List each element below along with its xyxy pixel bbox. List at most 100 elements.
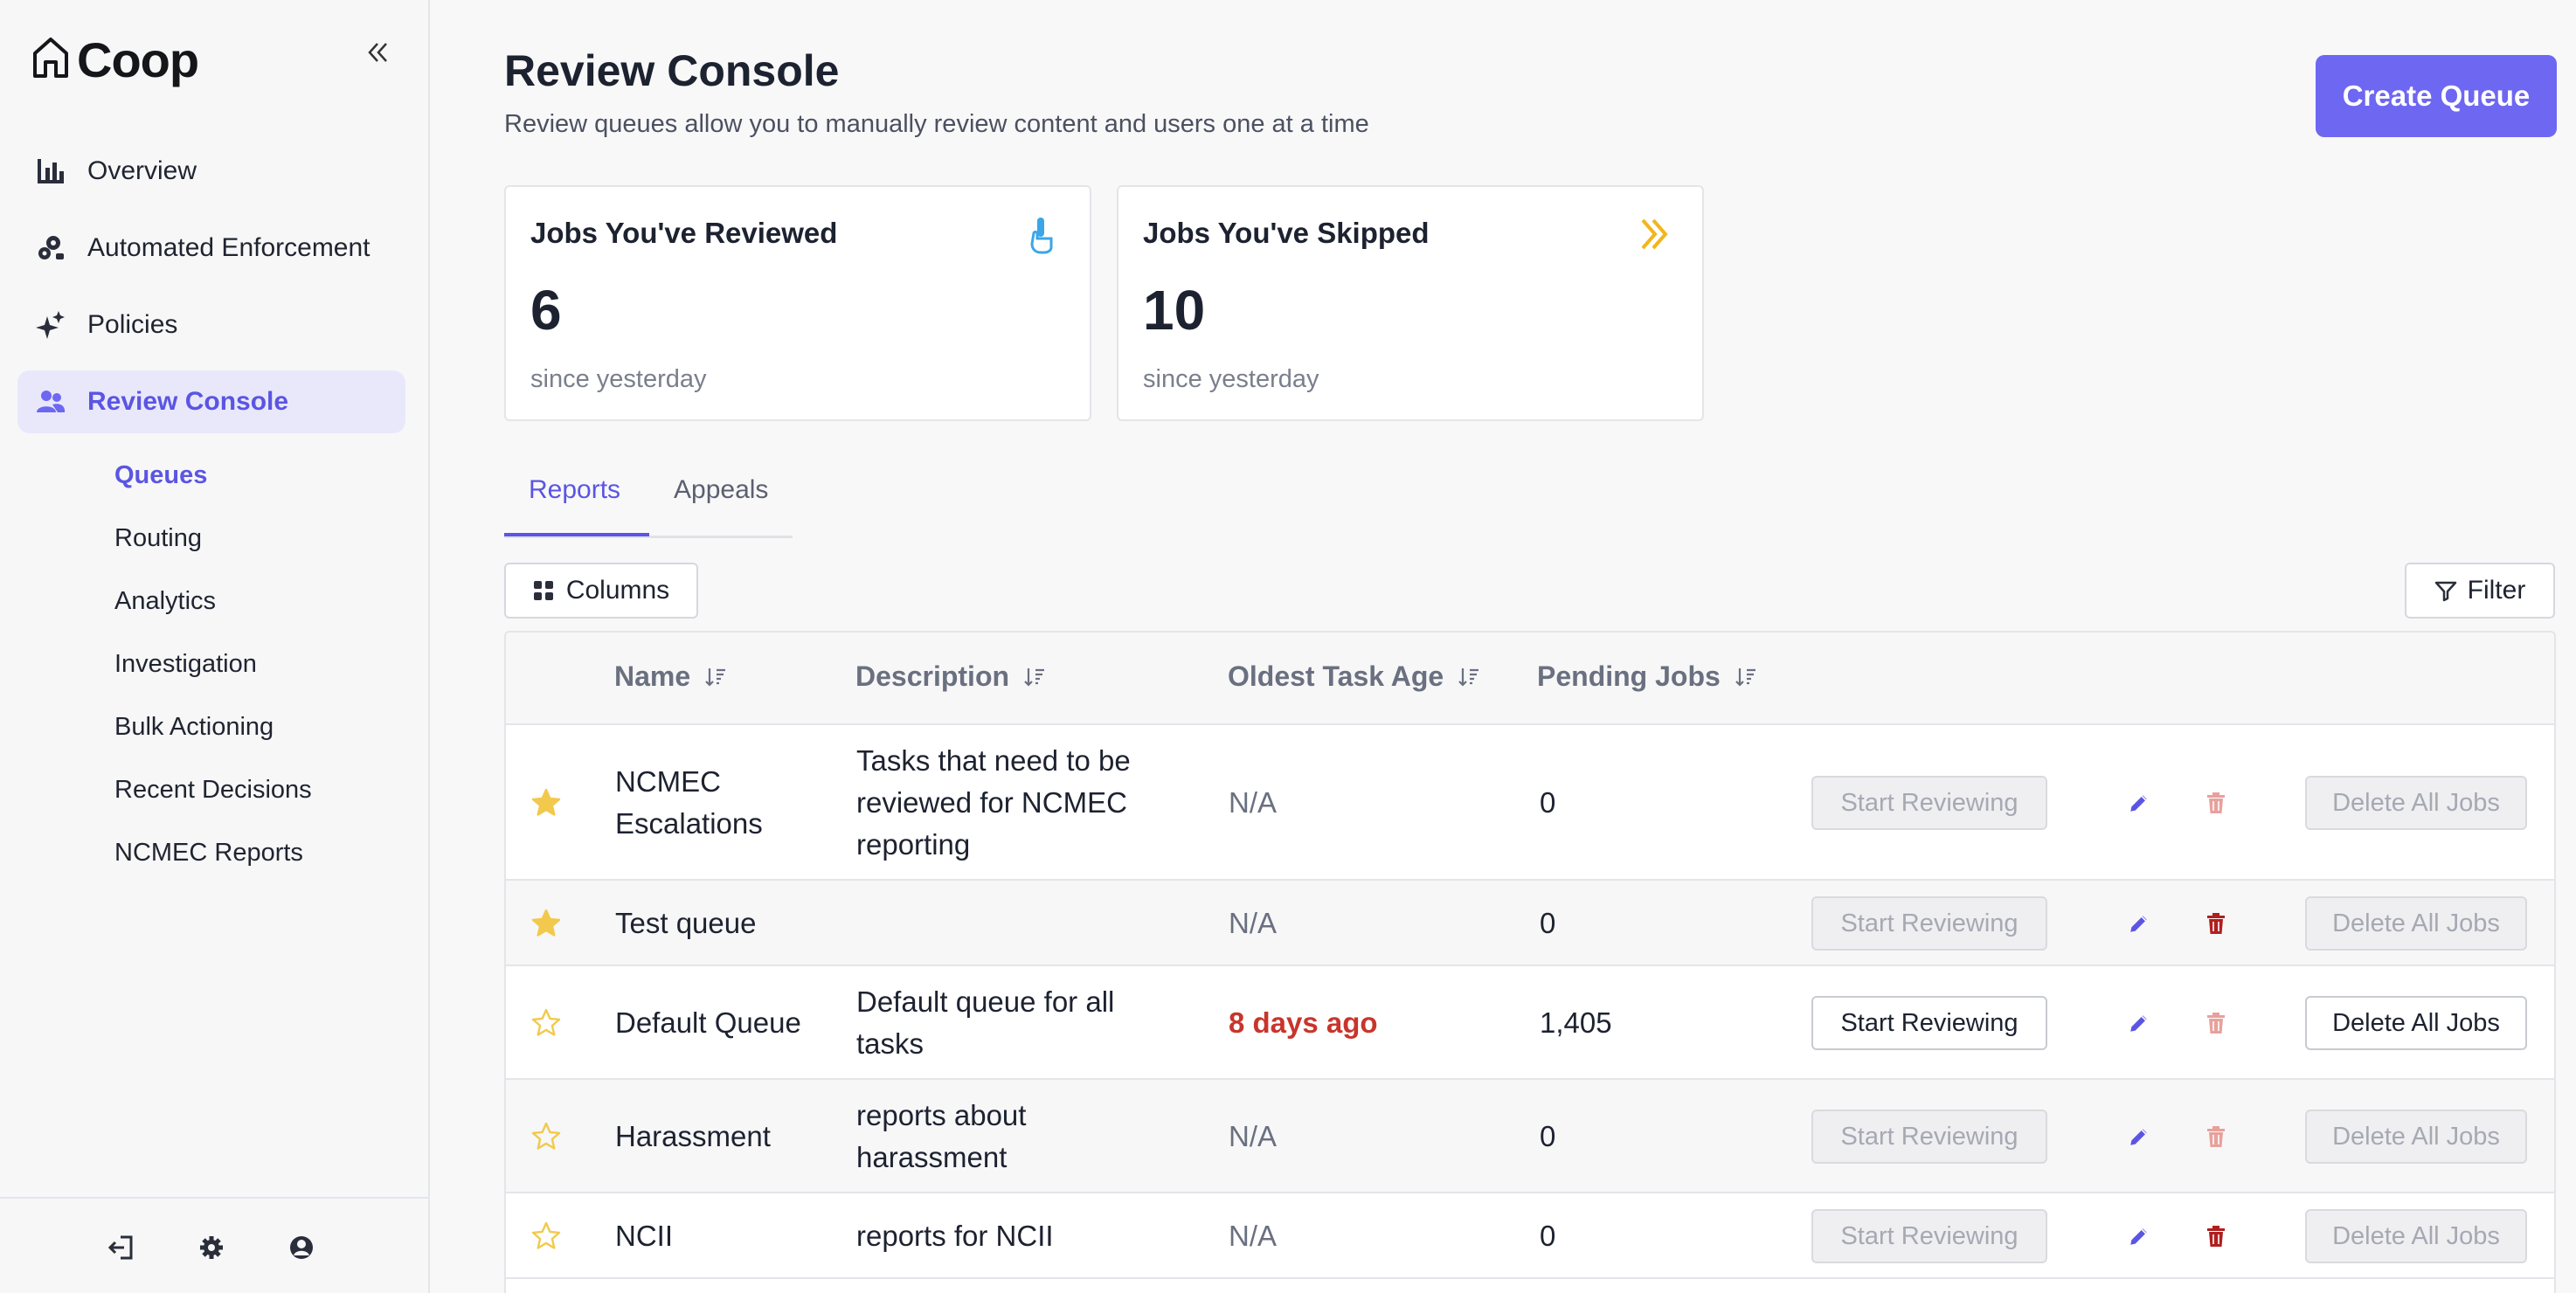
filter-button[interactable]: Filter xyxy=(2405,563,2555,619)
collapse-sidebar-button[interactable] xyxy=(358,35,397,73)
logo[interactable]: Coop xyxy=(31,31,199,88)
column-header-description[interactable]: Description xyxy=(855,660,1046,693)
star-filled-icon[interactable] xyxy=(530,908,562,939)
trash-icon[interactable] xyxy=(2203,910,2229,937)
stat-value: 10 xyxy=(1143,279,1206,342)
star-outline-icon[interactable] xyxy=(530,1121,562,1152)
app-name: Coop xyxy=(77,32,199,87)
subnav-item-ncmec-reports[interactable]: NCMEC Reports xyxy=(114,821,312,884)
pending-jobs: 0 xyxy=(1540,1220,1556,1252)
subnav-item-analytics[interactable]: Analytics xyxy=(114,570,312,633)
star-outline-icon[interactable] xyxy=(530,1220,562,1252)
edit-pencil-icon[interactable] xyxy=(2126,1223,2152,1249)
stat-note: since yesterday xyxy=(530,365,707,393)
sidebar-footer xyxy=(0,1197,430,1293)
star-outline-icon[interactable] xyxy=(530,1007,562,1039)
filter-button-label: Filter xyxy=(2467,576,2526,605)
users-icon xyxy=(33,384,68,419)
edit-pencil-icon[interactable] xyxy=(2126,910,2152,937)
cogs-icon xyxy=(33,231,68,266)
delete-all-jobs-button[interactable]: Delete All Jobs xyxy=(2305,896,2527,951)
tab-reports[interactable]: Reports xyxy=(529,475,620,538)
stat-title: Jobs You've Reviewed xyxy=(530,217,838,249)
oldest-task-age: N/A xyxy=(1229,907,1278,939)
pending-jobs: 1,405 xyxy=(1540,1006,1612,1039)
sidebar: Coop Overview Automated Enforcement Poli… xyxy=(0,0,430,1293)
tab-appeals[interactable]: Appeals xyxy=(674,475,768,538)
sort-icon xyxy=(1023,666,1046,688)
bar-chart-icon xyxy=(33,154,68,189)
account-button[interactable] xyxy=(284,1232,319,1267)
logout-button[interactable] xyxy=(103,1232,138,1267)
stat-card-reviewed: Jobs You've Reviewed 6 since yesterday xyxy=(504,185,1091,421)
sparkle-icon xyxy=(33,308,68,342)
house-logo-icon xyxy=(31,36,70,84)
table-row: NCMEC Escalations Tasks that need to be r… xyxy=(506,725,2554,881)
stat-note: since yesterday xyxy=(1143,365,1319,393)
delete-all-jobs-button[interactable]: Delete All Jobs xyxy=(2305,776,2527,830)
subnav-item-queues[interactable]: Queues xyxy=(114,444,312,507)
start-reviewing-button[interactable]: Start Reviewing xyxy=(1811,996,2047,1050)
star-filled-icon[interactable] xyxy=(530,787,562,819)
nav-item-label: Review Console xyxy=(87,387,289,416)
start-reviewing-button[interactable]: Start Reviewing xyxy=(1811,896,2047,951)
nav-item-label: Policies xyxy=(87,310,178,339)
create-queue-button[interactable]: Create Queue xyxy=(2316,55,2557,137)
trash-icon[interactable] xyxy=(2203,790,2229,816)
filter-icon xyxy=(2434,579,2457,602)
main-nav: Overview Automated Enforcement Policies … xyxy=(17,140,405,447)
oldest-task-age: N/A xyxy=(1229,786,1278,819)
double-chevron-right-icon xyxy=(1634,213,1676,255)
table-header: Name Description Oldest Task Age Pending… xyxy=(506,633,2554,725)
subnav-item-bulk-actioning[interactable]: Bulk Actioning xyxy=(114,695,312,758)
logout-icon xyxy=(107,1234,135,1266)
subnav-item-routing[interactable]: Routing xyxy=(114,507,312,570)
gear-icon xyxy=(198,1234,225,1265)
oldest-task-age: N/A xyxy=(1229,1120,1278,1152)
start-reviewing-button[interactable]: Start Reviewing xyxy=(1811,1110,2047,1164)
grid-icon xyxy=(533,580,554,601)
columns-button[interactable]: Columns xyxy=(504,563,698,619)
stat-value: 6 xyxy=(530,279,562,342)
queue-name: Test queue xyxy=(615,907,757,939)
trash-icon[interactable] xyxy=(2203,1124,2229,1150)
edit-pencil-icon[interactable] xyxy=(2126,790,2152,816)
table-row: NCII reports for NCII N/A 0 Start Reviewing D… xyxy=(506,1193,2554,1279)
nav-item-policies[interactable]: Policies xyxy=(17,294,405,356)
pointer-hand-icon xyxy=(1021,213,1063,255)
nav-item-overview[interactable]: Overview xyxy=(17,140,405,203)
queue-name: Default Queue xyxy=(615,1006,801,1039)
nav-item-automated-enforcement[interactable]: Automated Enforcement xyxy=(17,217,405,280)
subnav-item-recent-decisions[interactable]: Recent Decisions xyxy=(114,758,312,821)
nav-item-review-console[interactable]: Review Console xyxy=(17,370,405,433)
nav-item-label: Overview xyxy=(87,156,197,185)
settings-button[interactable] xyxy=(194,1232,229,1267)
start-reviewing-button[interactable]: Start Reviewing xyxy=(1811,776,2047,830)
delete-all-jobs-button[interactable]: Delete All Jobs xyxy=(2305,1209,2527,1263)
delete-all-jobs-button[interactable]: Delete All Jobs xyxy=(2305,996,2527,1050)
delete-all-jobs-button[interactable]: Delete All Jobs xyxy=(2305,1110,2527,1164)
double-chevron-left-icon xyxy=(365,40,390,69)
trash-icon[interactable] xyxy=(2203,1010,2229,1036)
pending-jobs: 0 xyxy=(1540,786,1556,819)
queue-name: Harassment xyxy=(615,1120,771,1152)
column-header-name[interactable]: Name xyxy=(614,660,727,693)
oldest-task-age: 8 days ago xyxy=(1229,1006,1378,1039)
queue-description: Default queue for all tasks xyxy=(856,985,1115,1060)
column-header-pending-jobs[interactable]: Pending Jobs xyxy=(1537,660,1757,693)
oldest-task-age: N/A xyxy=(1229,1220,1278,1252)
column-header-oldest-task-age[interactable]: Oldest Task Age xyxy=(1228,660,1480,693)
edit-pencil-icon[interactable] xyxy=(2126,1010,2152,1036)
sort-icon xyxy=(1735,666,1757,688)
trash-icon[interactable] xyxy=(2203,1223,2229,1249)
table-row: Default Queue Default queue for all tasks… xyxy=(506,966,2554,1080)
subnav-item-investigation[interactable]: Investigation xyxy=(114,633,312,695)
queue-name: NCII xyxy=(615,1220,673,1252)
review-console-subnav: Queues Routing Analytics Investigation B… xyxy=(114,444,312,884)
table-row: Harassment reports about harassment N/A 0 St… xyxy=(506,1080,2554,1193)
edit-pencil-icon[interactable] xyxy=(2126,1124,2152,1150)
start-reviewing-button[interactable]: Start Reviewing xyxy=(1811,1209,2047,1263)
queues-table: Name Description Oldest Task Age Pending… xyxy=(504,631,2556,1293)
page-subtitle: Review queues allow you to manually revi… xyxy=(504,110,1369,138)
stat-title: Jobs You've Skipped xyxy=(1143,217,1430,249)
